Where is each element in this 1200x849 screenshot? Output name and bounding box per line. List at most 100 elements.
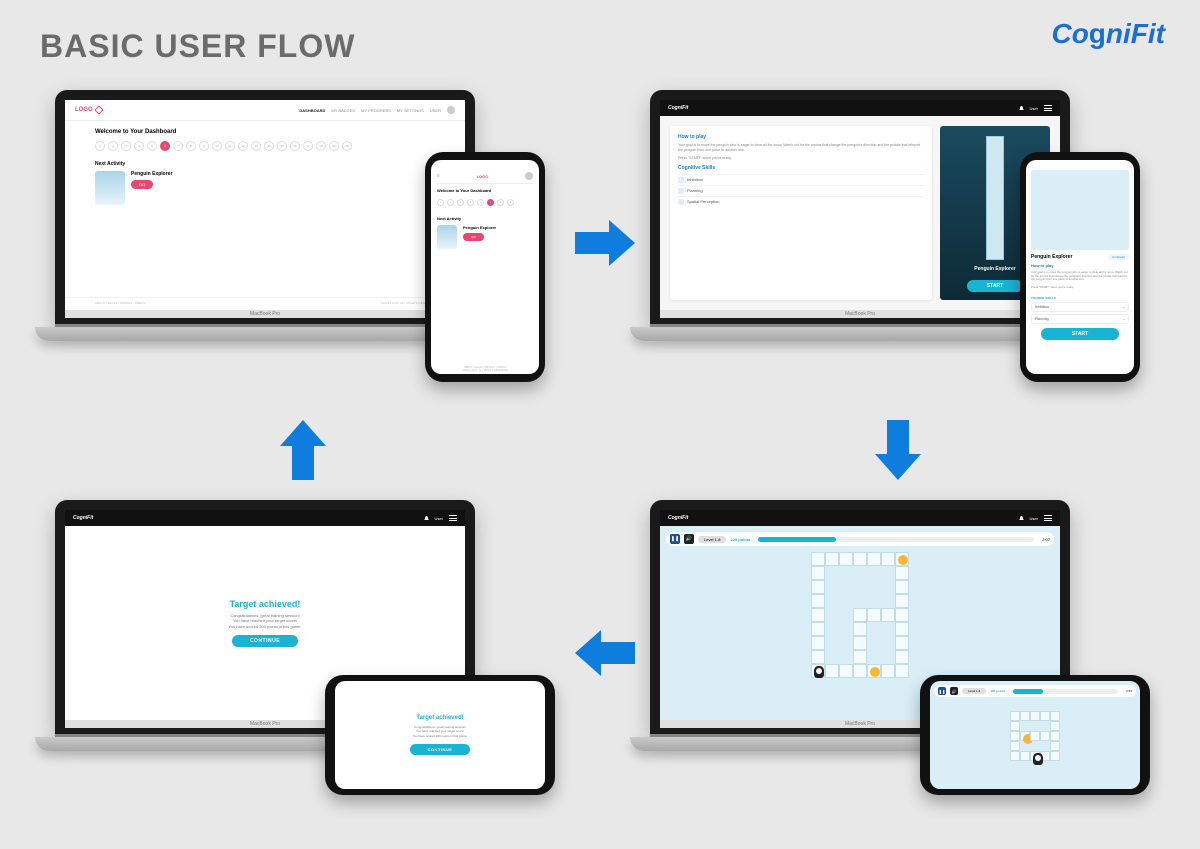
nav-user[interactable]: USER — [430, 108, 441, 113]
step-20[interactable]: 20 — [342, 141, 352, 151]
progress-steps-mobile: 12345678 — [437, 199, 533, 206]
nav-badges[interactable]: MY BADGES — [331, 108, 355, 113]
step-1[interactable]: 1 — [437, 199, 444, 206]
step-15[interactable]: 15 — [277, 141, 287, 151]
continue-button[interactable]: CONTINUE — [232, 635, 298, 647]
progress-bar-mobile — [1013, 689, 1118, 694]
result-title: Target achieved! — [230, 599, 301, 609]
step-17[interactable]: 17 — [303, 141, 313, 151]
progress-bar — [758, 537, 1034, 542]
step-3[interactable]: 3 — [121, 141, 131, 151]
step-4[interactable]: 4 — [467, 199, 474, 206]
app-brand: CogniFit — [668, 515, 688, 521]
macbook-label: MacBook Pro — [660, 310, 1060, 318]
burger-icon[interactable]: ≡ — [437, 173, 440, 179]
nav-dashboard[interactable]: DASHBOARD — [299, 108, 325, 113]
level-badge: Level 1-8 — [698, 536, 726, 543]
activity-thumb-mobile — [437, 225, 457, 249]
macbook-label: MacBook Pro — [65, 310, 465, 318]
step-13[interactable]: 13 — [251, 141, 261, 151]
activity-title: Penguin Explorer — [131, 171, 172, 177]
game-grid-mobile[interactable] — [1000, 701, 1070, 771]
laptop-mock: LOGO DASHBOARD MY BADGES MY PROGRESS MY … — [55, 90, 475, 341]
points-label-mobile: 120 points — [990, 689, 1005, 693]
game-preview-mobile — [1031, 170, 1129, 250]
menu-icon[interactable] — [1044, 105, 1052, 111]
flow-arrow-4 — [280, 420, 326, 480]
avatar-mobile[interactable] — [525, 172, 533, 180]
bell-icon[interactable] — [424, 516, 429, 521]
user-label[interactable]: User — [435, 516, 443, 521]
sound-button[interactable]: 🔊 — [684, 534, 694, 544]
step-8[interactable]: 8 — [507, 199, 514, 206]
step-16[interactable]: 16 — [290, 141, 300, 151]
activity-card[interactable]: Penguin Explorer GO — [95, 171, 435, 205]
dashboard-phone-screen: ≡ LOGO Welcome to Your Dashboard 1234567… — [431, 160, 539, 374]
step-6[interactable]: 6 — [487, 199, 494, 206]
bell-icon[interactable] — [1019, 106, 1024, 111]
step-11[interactable]: 11 — [225, 141, 235, 151]
start-button[interactable]: START — [967, 280, 1023, 292]
timer-label-mobile: 2:53 — [1126, 689, 1132, 693]
cognitive-skills-heading: Cognitive Skills — [678, 165, 924, 171]
flow-arrow-2 — [875, 420, 921, 480]
trained-planning[interactable]: Planning⌄ — [1031, 314, 1129, 324]
step-5[interactable]: 5 — [477, 199, 484, 206]
start-button-mobile[interactable]: START — [1041, 328, 1119, 340]
go-button[interactable]: GO — [131, 180, 153, 189]
stage-results: CogniFit User Target achieved! Congratul… — [55, 500, 545, 810]
duration-tag: 4 minutes — [1108, 254, 1129, 260]
page-title: BASIC USER FLOW — [40, 28, 355, 65]
nav-settings[interactable]: MY SETTINGS — [397, 108, 424, 113]
press-start-text: Press "START" when you're ready. — [678, 156, 924, 161]
step-8[interactable]: 8 — [186, 141, 196, 151]
sound-button-mobile[interactable]: 🔊 — [950, 687, 958, 695]
step-10[interactable]: 10 — [212, 141, 222, 151]
bell-icon[interactable] — [1019, 516, 1024, 521]
result-text-mobile: Congratulations, great training session!… — [413, 725, 468, 738]
step-7[interactable]: 7 — [497, 199, 504, 206]
avatar[interactable] — [447, 106, 455, 114]
step-18[interactable]: 18 — [316, 141, 326, 151]
game-hud: ❚❚ 🔊 Level 1-8 220 points 2:07 — [666, 532, 1054, 546]
step-12[interactable]: 12 — [238, 141, 248, 151]
step-7[interactable]: 7 — [173, 141, 183, 151]
user-label[interactable]: User — [1030, 516, 1038, 521]
continue-button-mobile[interactable]: CONTINUE — [410, 744, 471, 755]
step-5[interactable]: 5 — [147, 141, 157, 151]
step-9[interactable]: 9 — [199, 141, 209, 151]
activity-title-mobile: Penguin Explorer — [463, 225, 496, 230]
game-grid[interactable] — [797, 552, 923, 692]
step-2[interactable]: 2 — [447, 199, 454, 206]
footer-links[interactable]: ABOUT | LEGAL | PRIVACY | PRESS — [95, 301, 145, 305]
next-activity-heading-mobile: Next Activity — [437, 216, 533, 221]
timer-label: 2:07 — [1042, 537, 1050, 542]
step-2[interactable]: 2 — [108, 141, 118, 151]
go-button-mobile[interactable]: GO — [463, 233, 484, 241]
flow-arrow-3 — [575, 630, 635, 676]
step-14[interactable]: 14 — [264, 141, 274, 151]
dashboard-screen: LOGO DASHBOARD MY BADGES MY PROGRESS MY … — [65, 100, 465, 310]
footer-copy-mobile: ©2021 LOGO. ALL RIGHTS RESERVED — [431, 369, 539, 372]
stage-dashboard: LOGO DASHBOARD MY BADGES MY PROGRESS MY … — [55, 90, 545, 400]
step-19[interactable]: 19 — [329, 141, 339, 151]
step-6[interactable]: 6 — [160, 141, 170, 151]
pause-button[interactable]: ❚❚ — [670, 534, 680, 544]
nav-progress[interactable]: MY PROGRESS — [361, 108, 391, 113]
user-label[interactable]: User — [1030, 106, 1038, 111]
trained-inhibition[interactable]: Inhibition⌄ — [1031, 302, 1129, 312]
how-to-play-heading: How to play — [678, 134, 924, 140]
step-1[interactable]: 1 — [95, 141, 105, 151]
app-logo-mobile: LOGO — [477, 174, 489, 179]
step-3[interactable]: 3 — [457, 199, 464, 206]
app-brand: CogniFit — [668, 105, 688, 111]
progress-steps: 1234567891011121314151617181920 — [95, 141, 435, 151]
activity-thumb — [95, 171, 125, 205]
menu-icon[interactable] — [449, 515, 457, 521]
how-to-play-text-mobile: Your goal is to move the penguin who is … — [1031, 271, 1129, 282]
step-4[interactable]: 4 — [134, 141, 144, 151]
pause-button-mobile[interactable]: ❚❚ — [938, 687, 946, 695]
welcome-heading-mobile: Welcome to Your Dashboard — [437, 188, 533, 193]
result-title-mobile: Target achieved! — [416, 715, 463, 721]
menu-icon[interactable] — [1044, 515, 1052, 521]
